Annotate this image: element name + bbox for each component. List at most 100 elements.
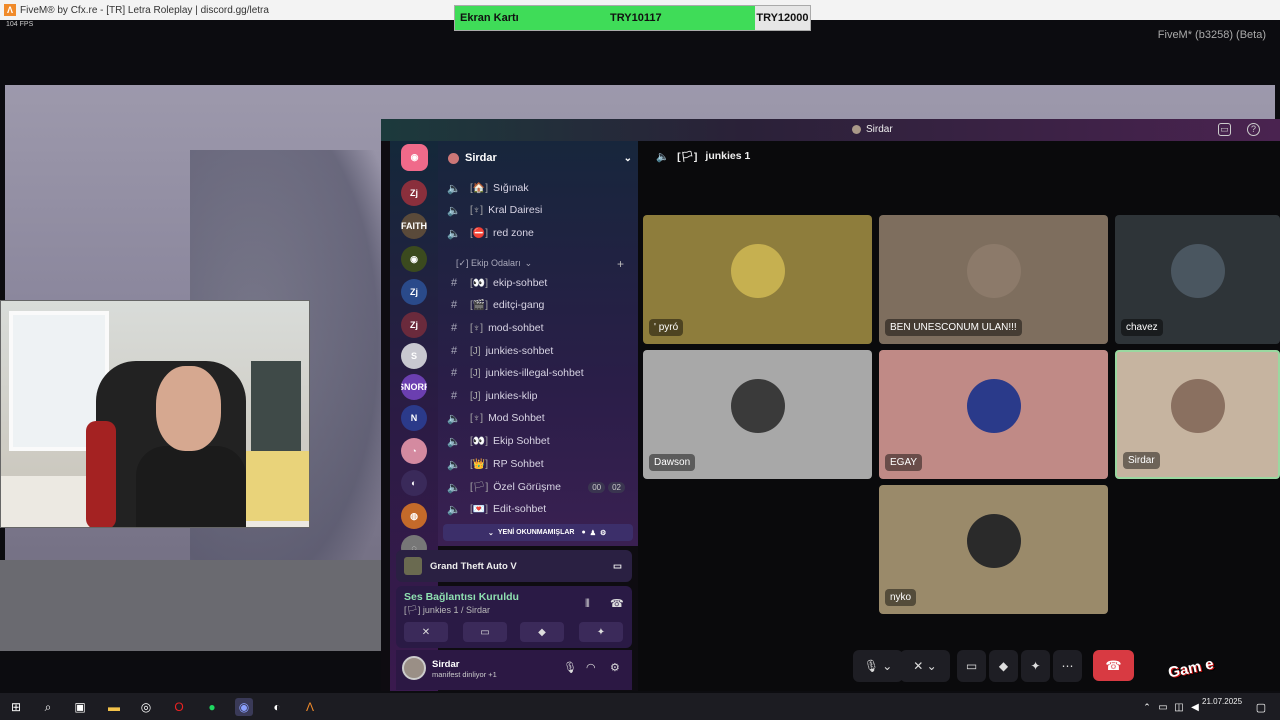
voice-channel-item[interactable]: 🔈 [🏳] Özel Görüşme 00 02	[446, 477, 631, 497]
guild-header[interactable]: Sirdar ⌄	[448, 148, 632, 168]
price-item-label: Ekran Kartı	[460, 12, 519, 24]
obs-icon[interactable]: ◐	[268, 698, 286, 716]
fivem-logo-icon: Λ	[4, 4, 16, 16]
fivem-icon[interactable]: Λ	[301, 698, 319, 716]
unread-label: YENİ OKUNMAMIŞLAR	[497, 529, 575, 536]
participant-tile[interactable]: Dawson	[643, 350, 872, 479]
server-icon[interactable]: ◍	[401, 503, 427, 529]
participant-tile[interactable]: BEN UNESCONUM ULAN!!!	[879, 215, 1108, 344]
channel-tag: [🏠]	[470, 182, 489, 194]
search-icon[interactable]: ⌕	[39, 698, 57, 716]
hashtag-icon: #	[450, 345, 458, 357]
channel-name: Ekip Sohbet	[493, 435, 550, 447]
game-floor	[0, 560, 390, 651]
server-icon[interactable]: SNORP	[401, 374, 427, 400]
server-icon[interactable]: N	[401, 405, 427, 431]
voice-channel-item[interactable]: 🔈 [♆] Mod Sohbet	[446, 408, 631, 428]
spotify-icon[interactable]: ●	[203, 698, 221, 716]
text-channel-item[interactable]: # [J] junkies-illegal-sohbet	[446, 363, 631, 383]
file-explorer-icon[interactable]: ▬	[105, 698, 123, 716]
disconnect-icon[interactable]: ☎	[610, 597, 624, 610]
participant-tile[interactable]: nyko	[879, 485, 1108, 614]
text-channel-item[interactable]: # [♆] mod-sohbet	[446, 318, 631, 338]
voice-channel-item[interactable]: 🔈 [💌] Edit-sohbet	[446, 499, 631, 519]
add-channel-icon[interactable]: +	[617, 257, 624, 271]
user-name: Sirdar	[432, 659, 460, 670]
voice-channel-item[interactable]: 🔈 [👑] RP Sohbet	[446, 454, 631, 474]
server-icon[interactable]: FAITH	[401, 213, 427, 239]
price-progress-banner: Ekran Kartı TRY10117 TRY12000	[454, 5, 811, 31]
discord-title-user: Sirdar	[852, 124, 893, 135]
server-icon[interactable]: ◔	[401, 438, 427, 464]
more-options-icon[interactable]: ⋯	[1053, 650, 1082, 682]
server-icon[interactable]: Zj	[401, 279, 427, 305]
screen-share-button[interactable]: ▭	[463, 622, 507, 642]
steam-icon[interactable]: ◎	[137, 698, 155, 716]
channel-tag: [J]	[470, 367, 481, 379]
hashtag-icon: #	[450, 367, 458, 379]
text-channel-item[interactable]: # [J] junkies-sohbet	[446, 341, 631, 361]
discord-icon[interactable]: ◉	[235, 698, 253, 716]
inbox-icon[interactable]: ▭	[1218, 123, 1231, 136]
help-icon[interactable]: ?	[1247, 123, 1260, 136]
soundboard-control[interactable]: ✦	[1021, 650, 1050, 682]
activities-button[interactable]: ◆	[520, 622, 564, 642]
user-limit-badge: 00	[588, 481, 606, 493]
participant-name: ' pyró	[649, 319, 684, 336]
chevron-down-icon[interactable]: ⌄	[624, 153, 632, 164]
voice-connection-status: Ses Bağlantısı Kuruldu	[404, 591, 519, 603]
task-view-icon[interactable]: ▣	[71, 698, 89, 716]
hang-up-button[interactable]: ☎	[1093, 650, 1134, 681]
noise-suppression-icon[interactable]: ⦀	[585, 598, 590, 611]
channel-name: red zone	[493, 227, 534, 239]
channel-name: Sığınak	[493, 182, 529, 194]
gear-icon[interactable]: ⚙	[610, 661, 620, 674]
microphone-icon[interactable]: 🎙	[563, 661, 577, 674]
participant-name: BEN UNESCONUM ULAN!!!	[885, 319, 1022, 336]
category-header[interactable]: [✓] Ekip Odaları ⌄	[456, 258, 532, 269]
screen-share-control[interactable]: ▭	[957, 650, 986, 682]
opera-icon[interactable]: O	[170, 698, 188, 716]
participant-tile[interactable]: EGAY	[879, 350, 1108, 479]
taskbar-clock[interactable]: 21.07.2025	[1202, 697, 1242, 707]
server-icon[interactable]: ◐	[401, 470, 427, 496]
participant-tile[interactable]: chavez	[1115, 215, 1280, 344]
chat-icon: ●	[581, 529, 586, 536]
channel-tag: [♆]	[470, 412, 484, 424]
discord-home-icon[interactable]: ◉	[401, 144, 428, 171]
voice-channel-path[interactable]: [🏳] junkies 1 / Sirdar	[404, 605, 490, 616]
unread-indicator[interactable]: ⌄ YENİ OKUNMAMIŞLAR ● ♟ ⚙	[443, 524, 633, 541]
text-channel-item[interactable]: # [J] junkies-klip	[446, 386, 631, 406]
participant-tile[interactable]: Sirdar	[1115, 350, 1280, 479]
notification-icon[interactable]: ▢	[1252, 698, 1270, 716]
game-icon	[404, 557, 422, 575]
voice-channel-item[interactable]: 🔈 [♆] Kral Dairesi	[446, 200, 631, 220]
windows-start-icon[interactable]: ⊞	[7, 698, 25, 716]
user-limit-badge: 02	[608, 481, 625, 493]
voice-channel-item[interactable]: 🔈 [🏠] Sığınak	[446, 178, 631, 198]
voice-channel-item[interactable]: 🔈 [⛔] red zone	[446, 223, 631, 243]
participant-tile[interactable]: ' pyró	[643, 215, 872, 344]
activity-game-name: Grand Theft Auto V	[430, 560, 517, 572]
server-icon[interactable]: Zj	[401, 180, 427, 206]
camera-off-button[interactable]: ✕	[404, 622, 448, 642]
taskbar-date: 21.07.2025	[1202, 697, 1243, 706]
mute-button[interactable]: 🎙 ⌄	[853, 650, 903, 682]
channel-tag: [👀]	[470, 435, 489, 447]
user-avatar[interactable]	[402, 656, 426, 680]
chevron-down-icon: ⌄	[524, 258, 533, 268]
server-icon[interactable]: ◉	[401, 246, 427, 272]
camera-button[interactable]: ✕ ⌄	[900, 650, 950, 682]
activity-control[interactable]: ◆	[989, 650, 1018, 682]
text-channel-item[interactable]: # [🎬] editçi-gang	[446, 295, 631, 315]
channel-name: Mod Sohbet	[488, 412, 545, 424]
screen-share-icon[interactable]: ▭	[613, 561, 622, 572]
voice-channel-item[interactable]: 🔈 [👀] Ekip Sohbet	[446, 431, 631, 451]
server-icon[interactable]: Zj	[401, 312, 427, 338]
soundboard-button[interactable]: ✦	[579, 622, 623, 642]
headphones-icon[interactable]: ◠	[586, 661, 596, 674]
text-channel-item[interactable]: # [👀] ekip-sohbet	[446, 273, 631, 293]
participant-name: chavez	[1121, 319, 1163, 336]
server-icon[interactable]: S	[401, 343, 427, 369]
speaker-icon: 🔈	[447, 458, 461, 471]
